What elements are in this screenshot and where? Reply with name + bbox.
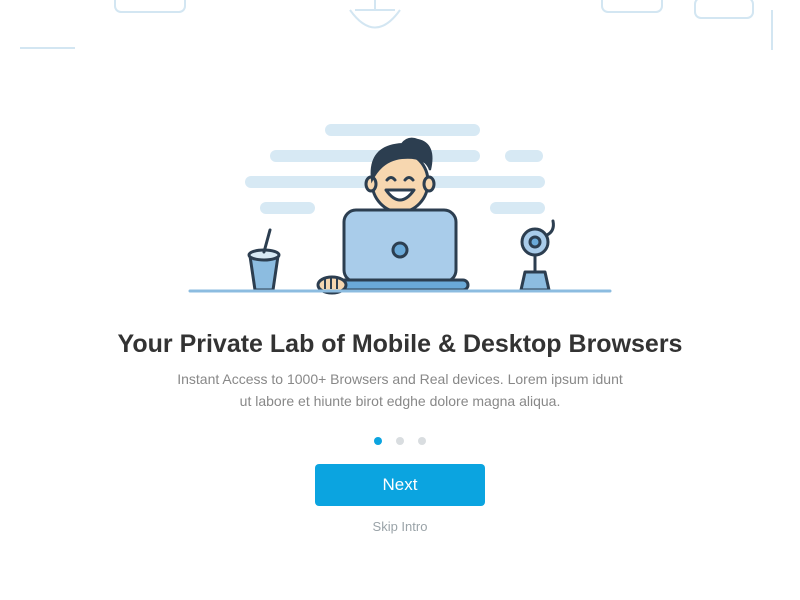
subheadline: Instant Access to 1000+ Browsers and Rea… xyxy=(0,368,800,413)
pager-dot-3[interactable] xyxy=(418,437,426,445)
headline: Your Private Lab of Mobile & Desktop Bro… xyxy=(0,330,800,359)
next-button[interactable]: Next xyxy=(315,464,485,506)
pager-dot-2[interactable] xyxy=(396,437,404,445)
pager-dot-1[interactable] xyxy=(374,437,382,445)
pager-dots xyxy=(0,432,800,450)
background-decor xyxy=(0,0,800,60)
skip-intro-link[interactable]: Skip Intro xyxy=(373,519,428,534)
hero-illustration xyxy=(150,110,650,310)
